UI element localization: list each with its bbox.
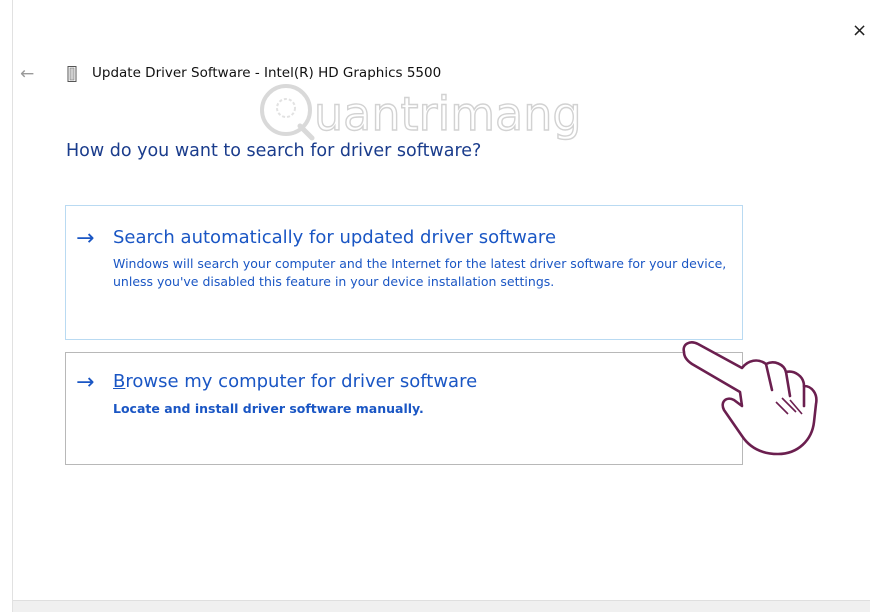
search-automatically-option[interactable]: → Search automatically for updated drive… bbox=[65, 205, 743, 340]
bottom-bar bbox=[13, 600, 870, 612]
watermark-text: uantrimang bbox=[314, 87, 582, 141]
option-title-rest: rowse my computer for driver software bbox=[125, 371, 478, 392]
watermark-logo: uantrimang bbox=[260, 84, 582, 142]
update-driver-dialog: × ← Update Driver Software - Intel(R) HD… bbox=[0, 0, 870, 612]
arrow-right-icon: → bbox=[76, 370, 95, 395]
back-button[interactable]: ← bbox=[20, 63, 42, 85]
close-icon[interactable]: × bbox=[852, 20, 867, 41]
page-heading: How do you want to search for driver sof… bbox=[66, 141, 482, 161]
window-title: Update Driver Software - Intel(R) HD Gra… bbox=[92, 65, 442, 81]
access-key: B bbox=[113, 371, 126, 392]
option-description: Locate and install driver software manua… bbox=[113, 401, 424, 416]
option-description: Windows will search your computer and th… bbox=[113, 256, 727, 289]
close-button[interactable]: × bbox=[852, 20, 870, 42]
arrow-right-icon: → bbox=[76, 226, 95, 251]
device-icon bbox=[67, 66, 77, 82]
option-title: Browse my computer for driver software bbox=[113, 369, 477, 395]
left-border bbox=[0, 0, 13, 612]
option-title: Search automatically for updated driver … bbox=[113, 227, 557, 248]
back-arrow-icon[interactable]: ← bbox=[20, 64, 34, 84]
browse-computer-option[interactable]: → Browse my computer for driver software… bbox=[65, 352, 743, 465]
